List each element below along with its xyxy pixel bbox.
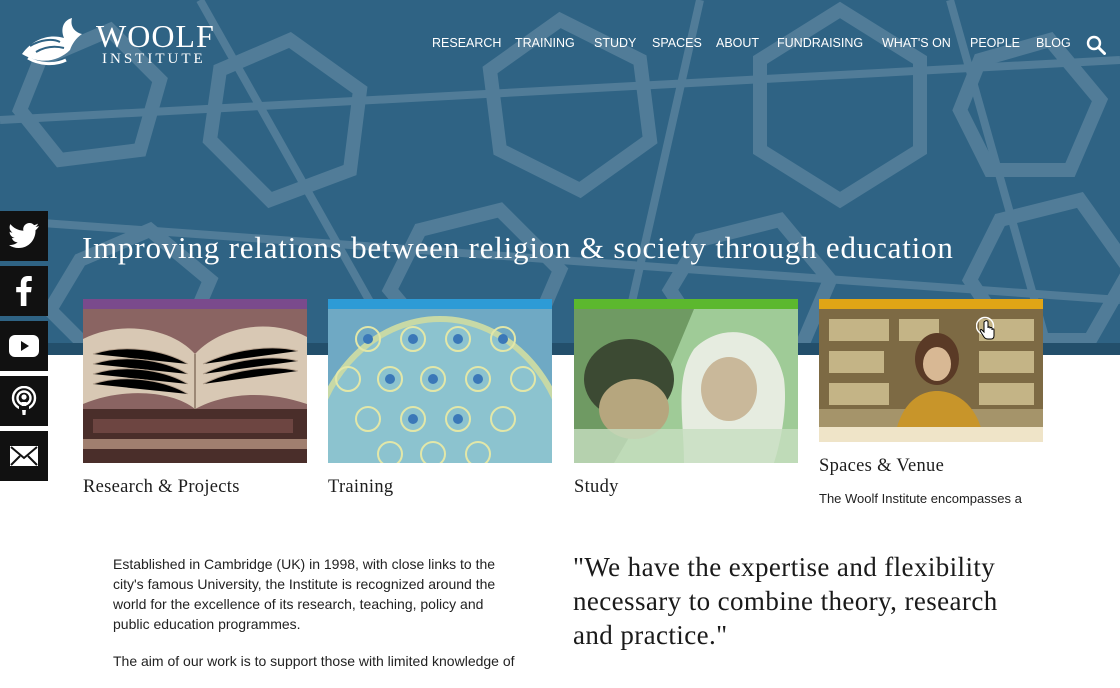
card-title[interactable]: Spaces & Venue [819,456,1043,477]
books-image [83,309,307,463]
youtube-icon [9,335,39,357]
library-image [819,309,1043,442]
card-description: The Woolf Institute encompasses a [819,491,1022,506]
nav-fundraising[interactable]: FUNDRAISING [777,36,863,50]
nav-about[interactable]: ABOUT [716,36,759,50]
email-icon [10,446,38,466]
about-paragraph: Established in Cambridge (UK) in 1998, w… [113,556,496,632]
twitter-button[interactable] [0,211,48,261]
nav-people[interactable]: PEOPLE [970,36,1020,50]
nav-spaces[interactable]: SPACES [652,36,702,50]
mosaic-image [328,309,552,463]
social-sidebar [0,211,48,486]
card-title[interactable]: Research & Projects [83,477,307,498]
pull-quote: "We have the expertise and flexibility n… [573,552,998,650]
nav-training[interactable]: TRAINING [515,36,575,50]
nav-study[interactable]: STUDY [594,36,636,50]
card-accent-bar [819,299,1043,309]
facebook-icon [16,276,32,306]
card-accent-bar [574,299,798,309]
hero-tagline: Improving relations between religion & s… [82,230,954,265]
logo-wordmark-woolf: WOOLF [96,18,215,54]
hand-cursor-icon [975,316,998,344]
search-button[interactable] [1086,35,1106,55]
about-text: Established in Cambridge (UK) in 1998, w… [113,554,523,688]
students-image [574,309,798,463]
card-training[interactable]: Training [328,299,552,498]
logo-wordmark-institute: INSTITUTE [102,51,206,67]
nav-whats-on[interactable]: WHAT'S ON [882,36,951,50]
nav-blog[interactable]: BLOG [1036,36,1071,50]
dove-logo-icon [22,18,82,66]
search-icon [1086,35,1106,55]
podcast-button[interactable] [0,376,48,426]
card-accent-bar [328,299,552,309]
facebook-button[interactable] [0,266,48,316]
podcast-icon [11,386,37,415]
card-title[interactable]: Training [328,477,552,498]
twitter-icon [9,223,39,248]
card-title[interactable]: Study [574,477,798,498]
card-study[interactable]: Study [574,299,798,498]
card-research[interactable]: Research & Projects [83,299,307,498]
youtube-button[interactable] [0,321,48,371]
nav-research[interactable]: RESEARCH [432,36,501,50]
about-paragraph: The aim of our work is to support those … [113,653,515,669]
woolf-logo[interactable]: WOOLF INSTITUTE [20,16,214,70]
card-accent-bar [83,299,307,309]
email-button[interactable] [0,431,48,481]
card-spaces[interactable]: Spaces & Venue The Woolf Institute encom… [819,299,1043,506]
